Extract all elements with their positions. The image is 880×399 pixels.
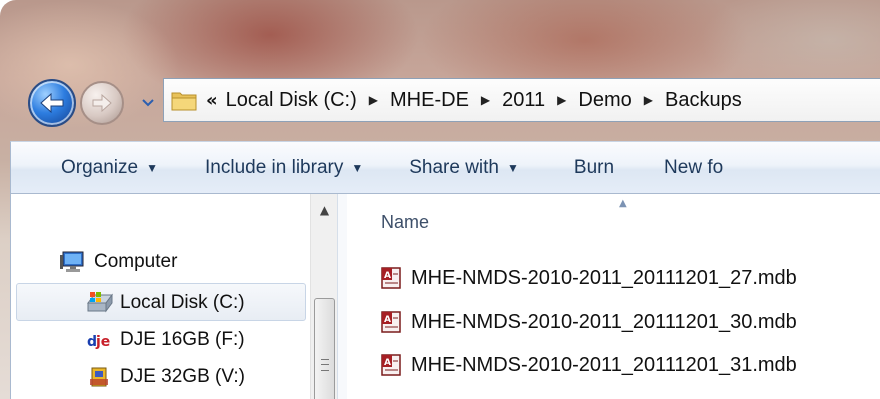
file-name: MHE-NMDS-2010-2011_20111201_27.mdb — [411, 266, 797, 289]
file-list: ▲ Name A MHE-NMDS-2010-2011_20111201_27.… — [347, 194, 880, 399]
file-name: MHE-NMDS-2010-2011_20111201_31.mdb — [411, 353, 797, 376]
arrow-left-icon — [40, 92, 64, 114]
file-name: MHE-NMDS-2010-2011_20111201_30.mdb — [411, 310, 797, 333]
sort-ascending-icon: ▲ — [619, 198, 627, 209]
grip-icon — [321, 359, 329, 371]
navigation-scrollbar[interactable]: ▲ — [310, 194, 338, 399]
breadcrumb-2011[interactable]: 2011 — [502, 89, 545, 112]
breadcrumb-mhe-de[interactable]: MHE-DE — [390, 89, 469, 112]
nav-item-dje-32gb[interactable]: DJE 32GB (V:) — [86, 360, 245, 394]
back-button[interactable] — [28, 79, 76, 127]
include-in-library-button[interactable]: Include in library ▼ — [205, 157, 363, 179]
breadcrumb-backups[interactable]: Backups — [665, 89, 742, 112]
command-bar: Organize ▼ Include in library ▼ Share wi… — [10, 141, 880, 194]
arrow-right-icon — [92, 93, 112, 113]
breadcrumb-arrow-icon[interactable]: ▶ — [369, 93, 378, 107]
burn-label: Burn — [573, 156, 615, 178]
access-database-icon: A — [381, 311, 401, 333]
organize-button[interactable]: Organize ▼ — [61, 157, 158, 179]
svg-text:je: je — [95, 334, 110, 350]
burn-button[interactable]: Burn — [574, 157, 614, 179]
usb-drive-icon — [86, 365, 114, 389]
folder-icon — [168, 86, 200, 114]
recent-pages-dropdown[interactable] — [140, 95, 156, 111]
svg-text:A: A — [384, 358, 391, 368]
nav-item-label: DJE 32GB (V:) — [120, 366, 245, 387]
svg-text:A: A — [384, 271, 391, 281]
column-header-name[interactable]: Name — [381, 212, 429, 233]
new-folder-label: New fo — [664, 156, 724, 178]
breadcrumb-demo[interactable]: Demo — [578, 89, 631, 112]
nav-item-computer[interactable]: Computer — [60, 245, 177, 279]
file-row[interactable]: A MHE-NMDS-2010-2011_20111201_31.mdb — [379, 350, 797, 380]
include-in-library-label: Include in library — [205, 156, 344, 178]
nav-item-label: Computer — [94, 251, 178, 272]
access-database-icon: A — [381, 354, 401, 376]
caret-down-icon: ▼ — [146, 160, 158, 175]
address-bar[interactable]: « Local Disk (C:) ▶ MHE-DE ▶ 2011 ▶ Demo… — [163, 78, 880, 122]
nav-item-label: DJE 16GB (F:) — [120, 329, 245, 350]
scroll-up-arrow-icon[interactable]: ▲ — [311, 198, 338, 222]
new-folder-button[interactable]: New fo — [664, 157, 723, 179]
access-database-icon: A — [381, 267, 401, 289]
forward-button[interactable] — [80, 81, 124, 125]
share-with-button[interactable]: Share with ▼ — [409, 157, 519, 179]
breadcrumb-arrow-icon[interactable]: ▶ — [481, 93, 490, 107]
nav-item-label: Local Disk (C:) — [120, 292, 245, 313]
nav-item-local-disk[interactable]: Local Disk (C:) — [86, 286, 245, 320]
file-row[interactable]: A MHE-NMDS-2010-2011_20111201_30.mdb — [379, 307, 797, 337]
dje-drive-icon: d je — [86, 328, 114, 352]
breadcrumb-local-disk[interactable]: Local Disk (C:) — [226, 89, 357, 112]
caret-down-icon: ▼ — [507, 160, 519, 175]
caret-down-icon: ▼ — [351, 160, 364, 175]
local-disk-icon — [86, 291, 114, 315]
file-row[interactable]: A MHE-NMDS-2010-2011_20111201_27.mdb — [379, 263, 797, 293]
organize-label: Organize — [61, 156, 139, 178]
computer-icon — [60, 250, 88, 274]
chevron-down-icon — [142, 99, 154, 107]
nav-item-dje-16gb[interactable]: d je DJE 16GB (F:) — [86, 323, 245, 357]
explorer-window: « Local Disk (C:) ▶ MHE-DE ▶ 2011 ▶ Demo… — [0, 0, 880, 399]
svg-text:A: A — [384, 315, 391, 325]
breadcrumb-overflow[interactable]: « — [206, 90, 218, 111]
scrollbar-thumb[interactable] — [314, 298, 335, 399]
breadcrumb-arrow-icon[interactable]: ▶ — [557, 93, 566, 107]
breadcrumb-arrow-icon[interactable]: ▶ — [644, 93, 653, 107]
share-with-label: Share with — [409, 156, 500, 178]
